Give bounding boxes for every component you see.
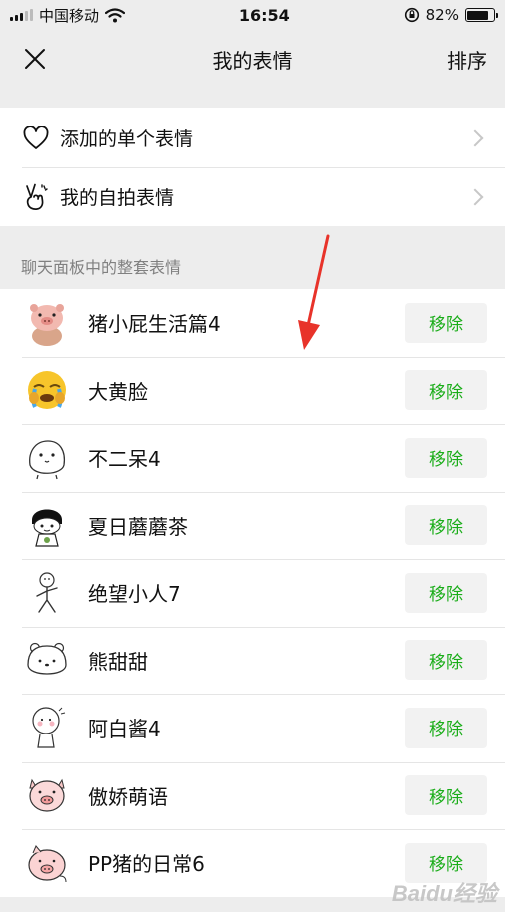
sticker-pack-item: 绝望小人7 移除 [0,559,505,627]
pack-name: 阿白酱4 [88,717,161,742]
pack-name: 熊甜甜 [88,649,148,674]
pack-name: 绝望小人7 [88,582,181,607]
remove-button[interactable]: 移除 [405,775,487,816]
close-icon[interactable] [24,48,46,70]
my-selfie-stickers-item[interactable]: 我的自拍表情 [0,167,505,226]
signal-icon [10,9,33,21]
pack-thumbnail [22,365,72,415]
pack-name: 不二呆4 [88,447,161,472]
pack-name: 猪小屁生活篇4 [88,312,221,337]
sticker-pack-item: PP猪的日常6 移除 [0,829,505,897]
sticker-pack-item: 傲娇萌语 移除 [0,761,505,830]
chevron-right-icon [466,188,484,205]
pack-thumbnail [22,298,72,348]
remove-button[interactable]: 移除 [405,302,487,343]
wifi-icon [105,7,126,22]
pack-name: 夏日蘑蘑茶 [88,514,188,539]
sticker-pack-item: 不二呆4 移除 [0,424,505,492]
pack-thumbnail [22,433,72,483]
section-header: 聊天面板中的整套表情 [21,258,182,277]
carrier-label: 中国移动 [39,6,100,25]
menu-group: 添加的单个表情 我的自拍表情 [0,108,505,226]
pack-thumbnail [22,770,72,820]
peace-hand-icon [22,183,50,211]
status-right: 82% [404,6,498,24]
sticker-pack-list: 猪小屁生活篇4 移除 大黄脸 移除 不二呆4 移除 夏日蘑蘑茶 移除 绝望小人7… [0,289,505,897]
pack-thumbnail [22,635,72,685]
sticker-pack-item: 大黄脸 移除 [0,356,505,425]
sticker-pack-item: 熊甜甜 移除 [0,626,505,695]
sort-button[interactable]: 排序 [447,45,487,74]
remove-button[interactable]: 移除 [405,370,487,411]
added-single-stickers-item[interactable]: 添加的单个表情 [0,108,505,167]
sticker-pack-item: 夏日蘑蘑茶 移除 [0,491,505,560]
pack-thumbnail [22,500,72,550]
remove-button[interactable]: 移除 [405,842,487,883]
menu-label: 我的自拍表情 [60,187,175,209]
pack-thumbnail [22,568,72,618]
status-time: 16:54 [238,5,290,25]
heart-icon [22,124,50,152]
remove-button[interactable]: 移除 [405,572,487,613]
pack-thumbnail [22,838,72,888]
pack-name: PP猪的日常6 [88,852,205,877]
rotation-lock-icon [404,7,419,23]
menu-label: 添加的单个表情 [60,128,194,150]
pack-name: 大黄脸 [88,379,148,404]
page-title: 我的表情 [212,48,293,73]
remove-button[interactable]: 移除 [405,640,487,681]
chevron-right-icon [466,129,484,146]
nav-bar: 我的表情 排序 [0,30,505,88]
sticker-pack-item: 阿白酱4 移除 [0,694,505,762]
remove-button[interactable]: 移除 [405,437,487,478]
battery-icon [464,8,498,22]
pack-thumbnail [22,703,72,753]
status-left: 中国移动 [10,5,126,26]
battery-fill [467,10,488,20]
remove-button[interactable]: 移除 [405,707,487,748]
pack-name: 傲娇萌语 [88,784,168,809]
status-bar: 中国移动 16:54 82% [0,0,505,30]
remove-button[interactable]: 移除 [405,505,487,546]
battery-percent: 82% [425,6,459,24]
sticker-pack-item: 猪小屁生活篇4 移除 [0,289,505,357]
